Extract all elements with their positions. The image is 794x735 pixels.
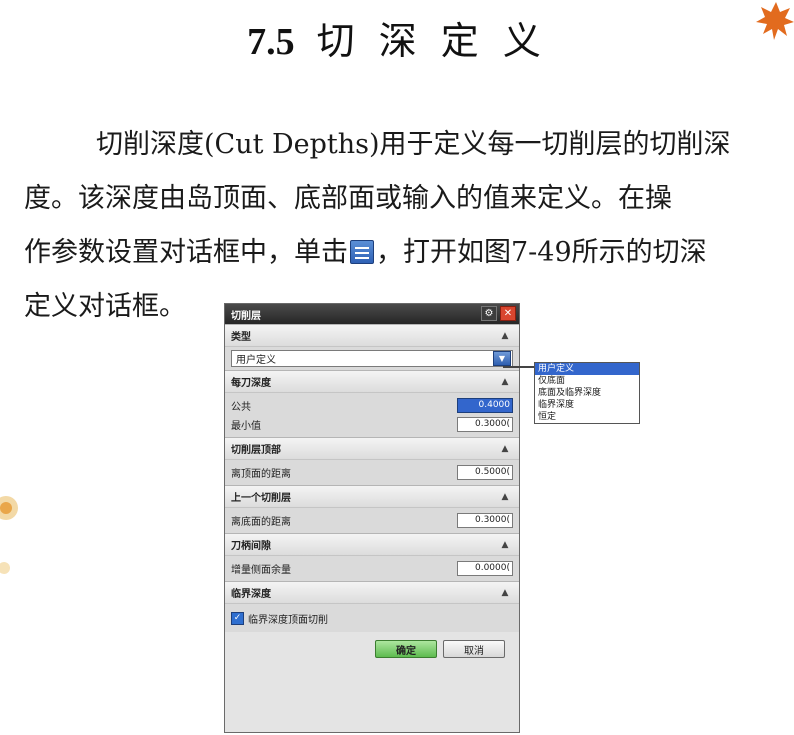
section-header-critical-depth[interactable]: 临界深度 ▲ — [225, 581, 519, 604]
settings-gear-icon[interactable]: ⚙ — [481, 306, 497, 321]
critical-depth-checkbox[interactable]: ✓ — [231, 611, 244, 625]
dropdown-arrow-icon[interactable]: ▼ — [493, 351, 511, 366]
callout-connector — [503, 366, 535, 368]
collapse-caret-icon[interactable]: ▲ — [497, 377, 513, 387]
paragraph-line: 切削深度(Cut Depths)用于定义每一切削层的切削深 — [96, 129, 731, 160]
dropdown-option[interactable]: 恒定 — [535, 411, 639, 423]
paragraph-line: 作参数设置对话框中，单击 ，打开如图7-49所示的切深 — [24, 226, 764, 280]
section-number: 7.5 — [247, 21, 295, 63]
min-depth-label: 最小值 — [231, 421, 261, 432]
cut-depth-settings-icon — [350, 240, 374, 264]
section-body-per-cut-depth: 公共 0.4000 最小值 0.3000( — [225, 393, 519, 437]
paragraph-line: 度。该深度由岛顶面、底部面或输入的值来定义。在操 — [24, 183, 672, 214]
distance-from-top-label: 离顶面的距离 — [231, 469, 291, 480]
distance-from-floor-label: 离底面的距离 — [231, 517, 291, 528]
common-depth-input[interactable]: 0.4000 — [457, 398, 513, 413]
paragraph-text: ，打开如图7-49所示的切深 — [376, 237, 707, 268]
type-select[interactable]: 用户定义 ▼ — [231, 350, 513, 367]
form-row: 离底面的距离 0.3000( — [231, 511, 513, 530]
distance-from-top-input[interactable]: 0.5000( — [457, 465, 513, 480]
section-label: 每刀深度 — [231, 378, 271, 389]
dropdown-option[interactable]: 临界深度 — [535, 399, 639, 411]
section-label: 类型 — [231, 332, 251, 343]
distance-from-floor-input[interactable]: 0.3000( — [457, 513, 513, 528]
dialog-titlebar: 切削层 ⚙ ✕ — [225, 304, 519, 324]
section-label: 切削层顶部 — [231, 445, 281, 456]
section-label: 临界深度 — [231, 589, 271, 600]
section-label: 上一个切削层 — [231, 493, 291, 504]
collapse-caret-icon[interactable]: ▲ — [497, 444, 513, 454]
critical-depth-checkbox-row[interactable]: ✓ 临界深度顶面切削 — [231, 607, 513, 629]
collapse-caret-icon[interactable]: ▲ — [497, 588, 513, 598]
section-body-cut-level-top: 离顶面的距离 0.5000( — [225, 460, 519, 485]
form-row: 离顶面的距离 0.5000( — [231, 463, 513, 482]
type-dropdown-list: 用户定义 仅底面 底面及临界深度 临界深度 恒定 — [534, 362, 640, 424]
dropdown-option[interactable]: 仅底面 — [535, 375, 639, 387]
section-body-previous-cut-level: 离底面的距离 0.3000( — [225, 508, 519, 533]
ok-button[interactable]: 确定 — [375, 640, 437, 658]
section-header-per-cut-depth[interactable]: 每刀深度 ▲ — [225, 370, 519, 393]
section-title: 切 深 定 义 — [316, 19, 547, 63]
min-depth-input[interactable]: 0.3000( — [457, 417, 513, 432]
dropdown-option[interactable]: 底面及临界深度 — [535, 387, 639, 399]
critical-depth-checkbox-label: 临界深度顶面切削 — [248, 614, 328, 626]
dropdown-option[interactable]: 用户定义 — [535, 363, 639, 375]
flower-decoration-icon — [0, 496, 18, 574]
collapse-caret-icon[interactable]: ▲ — [497, 540, 513, 550]
section-header-type[interactable]: 类型 ▲ — [225, 324, 519, 347]
type-select-value: 用户定义 — [236, 355, 276, 366]
common-depth-label: 公共 — [231, 402, 251, 413]
form-row: 增量侧面余量 0.0000( — [231, 559, 513, 578]
dialog-title: 切削层 — [231, 310, 261, 322]
section-body-shank-clearance: 增量侧面余量 0.0000( — [225, 556, 519, 581]
section-label: 刀柄间隙 — [231, 541, 271, 552]
section-header-cut-level-top[interactable]: 切削层顶部 ▲ — [225, 437, 519, 460]
form-row: 最小值 0.3000( — [231, 415, 513, 434]
collapse-caret-icon[interactable]: ▲ — [497, 331, 513, 341]
close-icon[interactable]: ✕ — [500, 306, 516, 321]
cancel-button[interactable]: 取消 — [443, 640, 505, 658]
form-row: 公共 0.4000 — [231, 396, 513, 415]
slide-title: 7.5 切 深 定 义 — [0, 10, 794, 65]
section-body-type: 用户定义 ▼ — [225, 347, 519, 370]
side-stock-input[interactable]: 0.0000( — [457, 561, 513, 576]
section-header-previous-cut-level[interactable]: 上一个切削层 ▲ — [225, 485, 519, 508]
section-body-critical-depth: ✓ 临界深度顶面切削 — [225, 604, 519, 632]
cut-levels-dialog: 切削层 ⚙ ✕ 类型 ▲ 用户定义 ▼ 每刀深度 ▲ 公共 0.4000 最小值… — [224, 303, 520, 733]
side-stock-label: 增量侧面余量 — [231, 565, 291, 576]
dialog-footer: 确定 取消 — [225, 632, 519, 658]
collapse-caret-icon[interactable]: ▲ — [497, 492, 513, 502]
paragraph-text: 作参数设置对话框中，单击 — [24, 237, 348, 268]
section-header-shank-clearance[interactable]: 刀柄间隙 ▲ — [225, 533, 519, 556]
description-paragraph: 切削深度(Cut Depths)用于定义每一切削层的切削深 度。该深度由岛顶面、… — [24, 118, 764, 334]
